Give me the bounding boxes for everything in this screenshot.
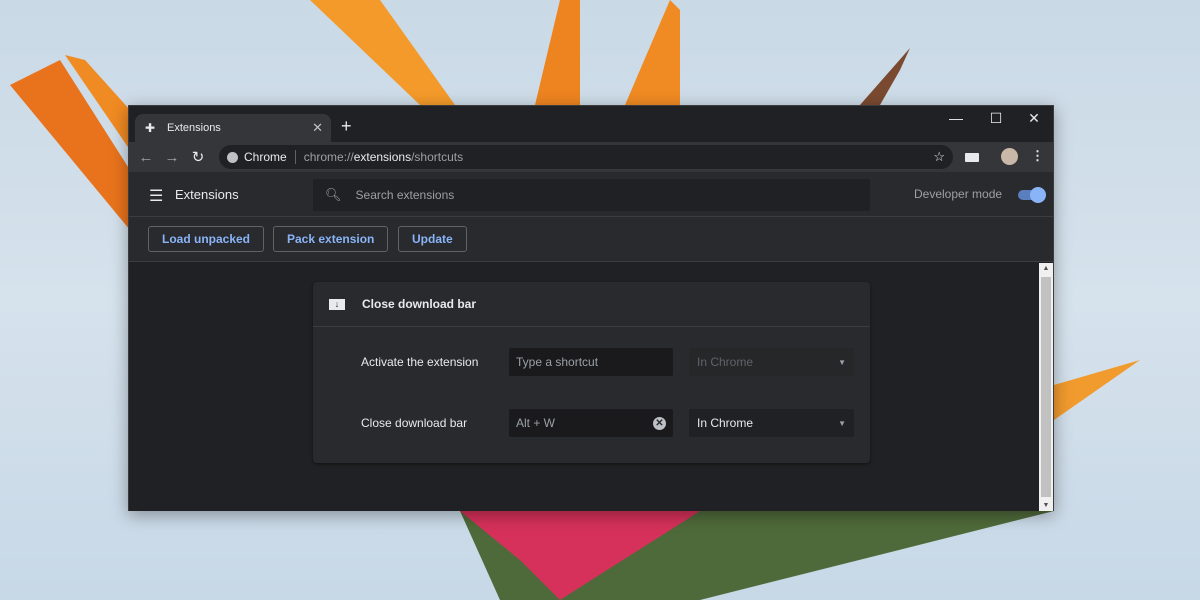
- close-window-button[interactable]: ✕: [1015, 110, 1053, 127]
- scope-value: In Chrome: [697, 416, 754, 430]
- extension-name: Close download bar: [362, 297, 477, 311]
- forward-button[interactable]: →: [159, 149, 185, 166]
- command-label: Activate the extension: [361, 355, 479, 369]
- search-icon: 🔍︎: [325, 187, 342, 202]
- shortcut-input[interactable]: Type a shortcut: [509, 348, 673, 376]
- scroll-up-icon[interactable]: ▲: [1039, 265, 1053, 272]
- extensions-header: ☰ Extensions 🔍︎ Search extensions Develo…: [129, 172, 1053, 217]
- chrome-icon: [227, 151, 238, 163]
- shortcuts-content: ↓ Close download bar Activate the extens…: [129, 263, 1040, 511]
- scope-select[interactable]: In Chrome ▼: [689, 348, 854, 376]
- tab-extensions[interactable]: ✚ Extensions ✕: [135, 114, 331, 142]
- vertical-scrollbar[interactable]: ▲ ▼: [1039, 263, 1053, 511]
- pack-extension-button[interactable]: Pack extension: [273, 226, 389, 252]
- scope-value: In Chrome: [697, 355, 754, 369]
- shortcut-row: Activate the extension Type a shortcut I…: [361, 348, 861, 376]
- divider: [294, 150, 296, 164]
- hamburger-menu-icon[interactable]: ☰: [149, 186, 163, 206]
- address-bar[interactable]: Chrome chrome://extensions/shortcuts ☆: [219, 145, 953, 169]
- maximize-button[interactable]: ☐: [977, 110, 1015, 127]
- search-input[interactable]: 🔍︎ Search extensions: [313, 179, 870, 211]
- shortcut-row: Close download bar Alt + W ✕ In Chrome ▼: [361, 409, 861, 437]
- extension-shortcut-card: ↓ Close download bar Activate the extens…: [313, 282, 870, 463]
- shortcut-value: Alt + W: [516, 416, 556, 430]
- scope-select[interactable]: In Chrome ▼: [689, 409, 854, 437]
- clear-shortcut-icon[interactable]: ✕: [653, 416, 666, 430]
- minimize-button[interactable]: —: [937, 110, 975, 126]
- profile-avatar[interactable]: [1001, 148, 1018, 165]
- developer-mode-toggle[interactable]: [1018, 187, 1046, 203]
- new-tab-button[interactable]: +: [341, 116, 352, 137]
- page-title: Extensions: [175, 187, 239, 202]
- tab-strip: ✚ Extensions ✕ + — ☐ ✕: [129, 106, 1053, 142]
- developer-toolbar: Load unpacked Pack extension Update: [129, 217, 1053, 262]
- dropdown-arrow-icon: ▼: [838, 418, 846, 428]
- back-button[interactable]: ←: [133, 149, 159, 166]
- reload-button[interactable]: ↻: [185, 148, 211, 166]
- card-header: ↓ Close download bar: [313, 282, 870, 327]
- dropdown-arrow-icon: ▼: [838, 357, 846, 367]
- shortcut-input[interactable]: Alt + W ✕: [509, 409, 673, 437]
- site-chip: Chrome: [244, 150, 287, 164]
- cast-extension-icon[interactable]: [965, 153, 979, 162]
- command-label: Close download bar: [361, 416, 468, 430]
- toolbar: ← → ↻ Chrome chrome://extensions/shortcu…: [129, 142, 1053, 172]
- url-text: chrome://extensions/shortcuts: [303, 150, 464, 164]
- update-button[interactable]: Update: [398, 226, 467, 252]
- load-unpacked-button[interactable]: Load unpacked: [148, 226, 265, 252]
- tab-close-icon[interactable]: ✕: [312, 120, 323, 136]
- download-icon: ↓: [329, 298, 345, 310]
- developer-mode-label: Developer mode: [914, 187, 1003, 201]
- chrome-menu-icon[interactable]: ⋮: [1031, 148, 1044, 164]
- browser-window: ✚ Extensions ✕ + — ☐ ✕ ← → ↻ Chrome chro…: [128, 105, 1054, 511]
- shortcut-placeholder: Type a shortcut: [516, 355, 599, 369]
- bookmark-star-icon[interactable]: ☆: [933, 149, 945, 165]
- tab-title: Extensions: [167, 122, 221, 134]
- scroll-down-icon[interactable]: ▼: [1039, 502, 1053, 509]
- scrollbar-thumb[interactable]: [1041, 277, 1051, 497]
- search-placeholder: Search extensions: [355, 188, 455, 202]
- puzzle-icon: ✚: [145, 121, 156, 135]
